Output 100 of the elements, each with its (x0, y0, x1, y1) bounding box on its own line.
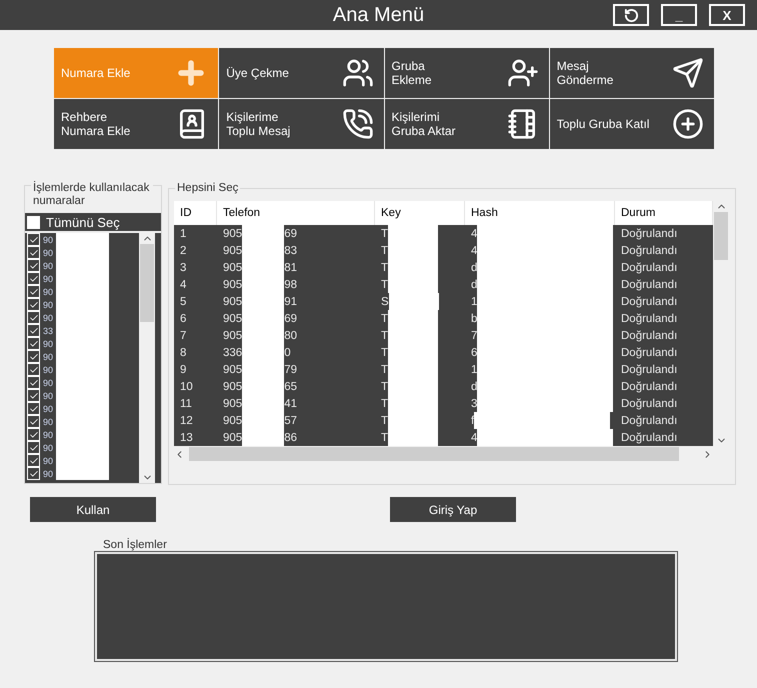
checkbox[interactable] (27, 454, 40, 467)
table-cell-text: Doğrulandı (620, 362, 678, 378)
phone-start: 905 (223, 398, 242, 410)
phone-number: 90 (43, 300, 54, 310)
menu-tile[interactable]: Toplu Gruba Katıl (550, 99, 714, 149)
checkbox[interactable] (27, 402, 40, 415)
menu-tile[interactable]: Kişilerime Toplu Mesaj (219, 99, 384, 149)
phone-end: 98 (284, 278, 297, 290)
table-cell-text: Doğrulandı (620, 244, 678, 258)
select-all-label: Tümünü Seç (46, 214, 120, 230)
scroll-thumb[interactable] (714, 212, 728, 260)
menu-tile[interactable]: Kişilerimi Gruba Aktar (384, 99, 549, 149)
checkbox[interactable] (27, 350, 40, 363)
checkbox[interactable] (27, 389, 40, 402)
menu-tile[interactable]: Mesaj Gönderme (550, 48, 714, 98)
checkbox[interactable] (27, 467, 40, 480)
table-cell-text: Doğrulandı (620, 294, 678, 310)
checkbox[interactable] (27, 298, 40, 311)
phone-start: 905 (223, 414, 242, 426)
menu-tile[interactable]: Rehbere Numara Ekle (54, 99, 218, 149)
table-cell-text: 1 (179, 226, 188, 242)
table-cell-text: 11 (179, 396, 193, 412)
phone-start: 336 (223, 346, 242, 358)
table-cell-text: 13 (179, 430, 194, 446)
redacted-area (242, 429, 284, 446)
phone-number: 90 (43, 364, 54, 374)
table-cell-text: Doğrulandı (620, 380, 678, 394)
checkbox[interactable] (27, 376, 40, 389)
menu-tile[interactable]: Üye Çekme (219, 48, 384, 98)
key-fragment: T (381, 228, 388, 240)
refresh-button[interactable] (613, 4, 649, 26)
hash-fragment: d (471, 380, 478, 392)
table-cell-text: 7 (179, 328, 188, 344)
phone-number: 90 (43, 378, 54, 388)
table-cell-text: 12 (179, 414, 194, 428)
key-fragment: T (381, 312, 388, 324)
checkbox[interactable] (27, 246, 40, 259)
phone-start: 905 (223, 312, 242, 324)
phone-number: 90 (43, 274, 54, 284)
key-fragment: T (381, 414, 388, 426)
checkbox[interactable] (27, 324, 40, 337)
phone-number: 90 (43, 338, 54, 348)
phone-end: 86 (284, 432, 297, 444)
key-fragment: T (381, 330, 388, 342)
redacted-area (56, 233, 110, 246)
table-cell-text: Doğrulandı (620, 226, 678, 242)
phone-number: 90 (43, 260, 54, 270)
key-fragment: T (381, 244, 388, 256)
key-fragment: T (381, 398, 388, 410)
checkbox[interactable] (27, 233, 40, 246)
table-cell-text: 10 (179, 380, 194, 394)
table-cell-text: Doğrulandı (620, 312, 678, 326)
table-cell-text: Doğrulandı (620, 328, 678, 344)
hash-fragment: 1 (471, 364, 478, 376)
hash-fragment: 7 (471, 330, 478, 342)
menu-tile[interactable]: Gruba Ekleme (384, 48, 549, 98)
table-cell-text: Doğrulandı (620, 430, 678, 446)
window-button[interactable]: _ (661, 4, 697, 26)
redacted-area (388, 429, 438, 446)
window-button[interactable]: X (709, 4, 745, 26)
checkbox[interactable] (27, 428, 40, 441)
redacted-area (56, 467, 110, 480)
phone-number: 90 (43, 352, 54, 362)
group-title: Hepsini Seç (175, 182, 240, 195)
phone-start: 905 (223, 244, 242, 256)
checkbox[interactable] (27, 311, 40, 324)
use-button[interactable]: Kullan (30, 497, 156, 522)
checkbox[interactable] (27, 363, 40, 376)
phone-icon (342, 108, 374, 140)
table-cell-text: 6 (179, 312, 188, 326)
phone-end: 41 (284, 398, 297, 410)
hash-fragment: b (471, 312, 478, 324)
scroll-thumb[interactable] (189, 447, 679, 461)
phone-number: 90 (43, 312, 54, 322)
phone-number: 90 (43, 416, 54, 426)
scroll-thumb[interactable] (140, 244, 154, 322)
key-fragment: S (381, 296, 389, 308)
scrollbar[interactable] (139, 233, 155, 483)
phone-start: 905 (223, 228, 242, 240)
checkbox[interactable] (27, 337, 40, 350)
table-cell-text: 9 (179, 362, 188, 378)
checkbox[interactable] (27, 216, 40, 228)
phone-end: 91 (284, 296, 297, 308)
phone-start: 905 (223, 262, 242, 274)
phone-end: 0 (284, 346, 291, 358)
hash-fragment: 4 (471, 244, 478, 256)
table-cell-text: Doğrulandı (620, 278, 678, 292)
checkbox[interactable] (27, 415, 40, 428)
login-button[interactable]: Giriş Yap (390, 497, 516, 522)
hash-fragment: 6 (471, 346, 478, 358)
phone-end: 81 (284, 262, 297, 274)
table-cell-text: Doğrulandı (620, 260, 678, 276)
table-cell-text: 2 (179, 244, 188, 258)
checkbox[interactable] (27, 441, 40, 454)
checkbox[interactable] (27, 285, 40, 298)
table-cell-text: 8 (179, 346, 188, 360)
add-user-icon (506, 57, 539, 89)
checkbox[interactable] (27, 272, 40, 285)
table-cell-text: 4 (179, 278, 188, 292)
checkbox[interactable] (27, 259, 40, 272)
